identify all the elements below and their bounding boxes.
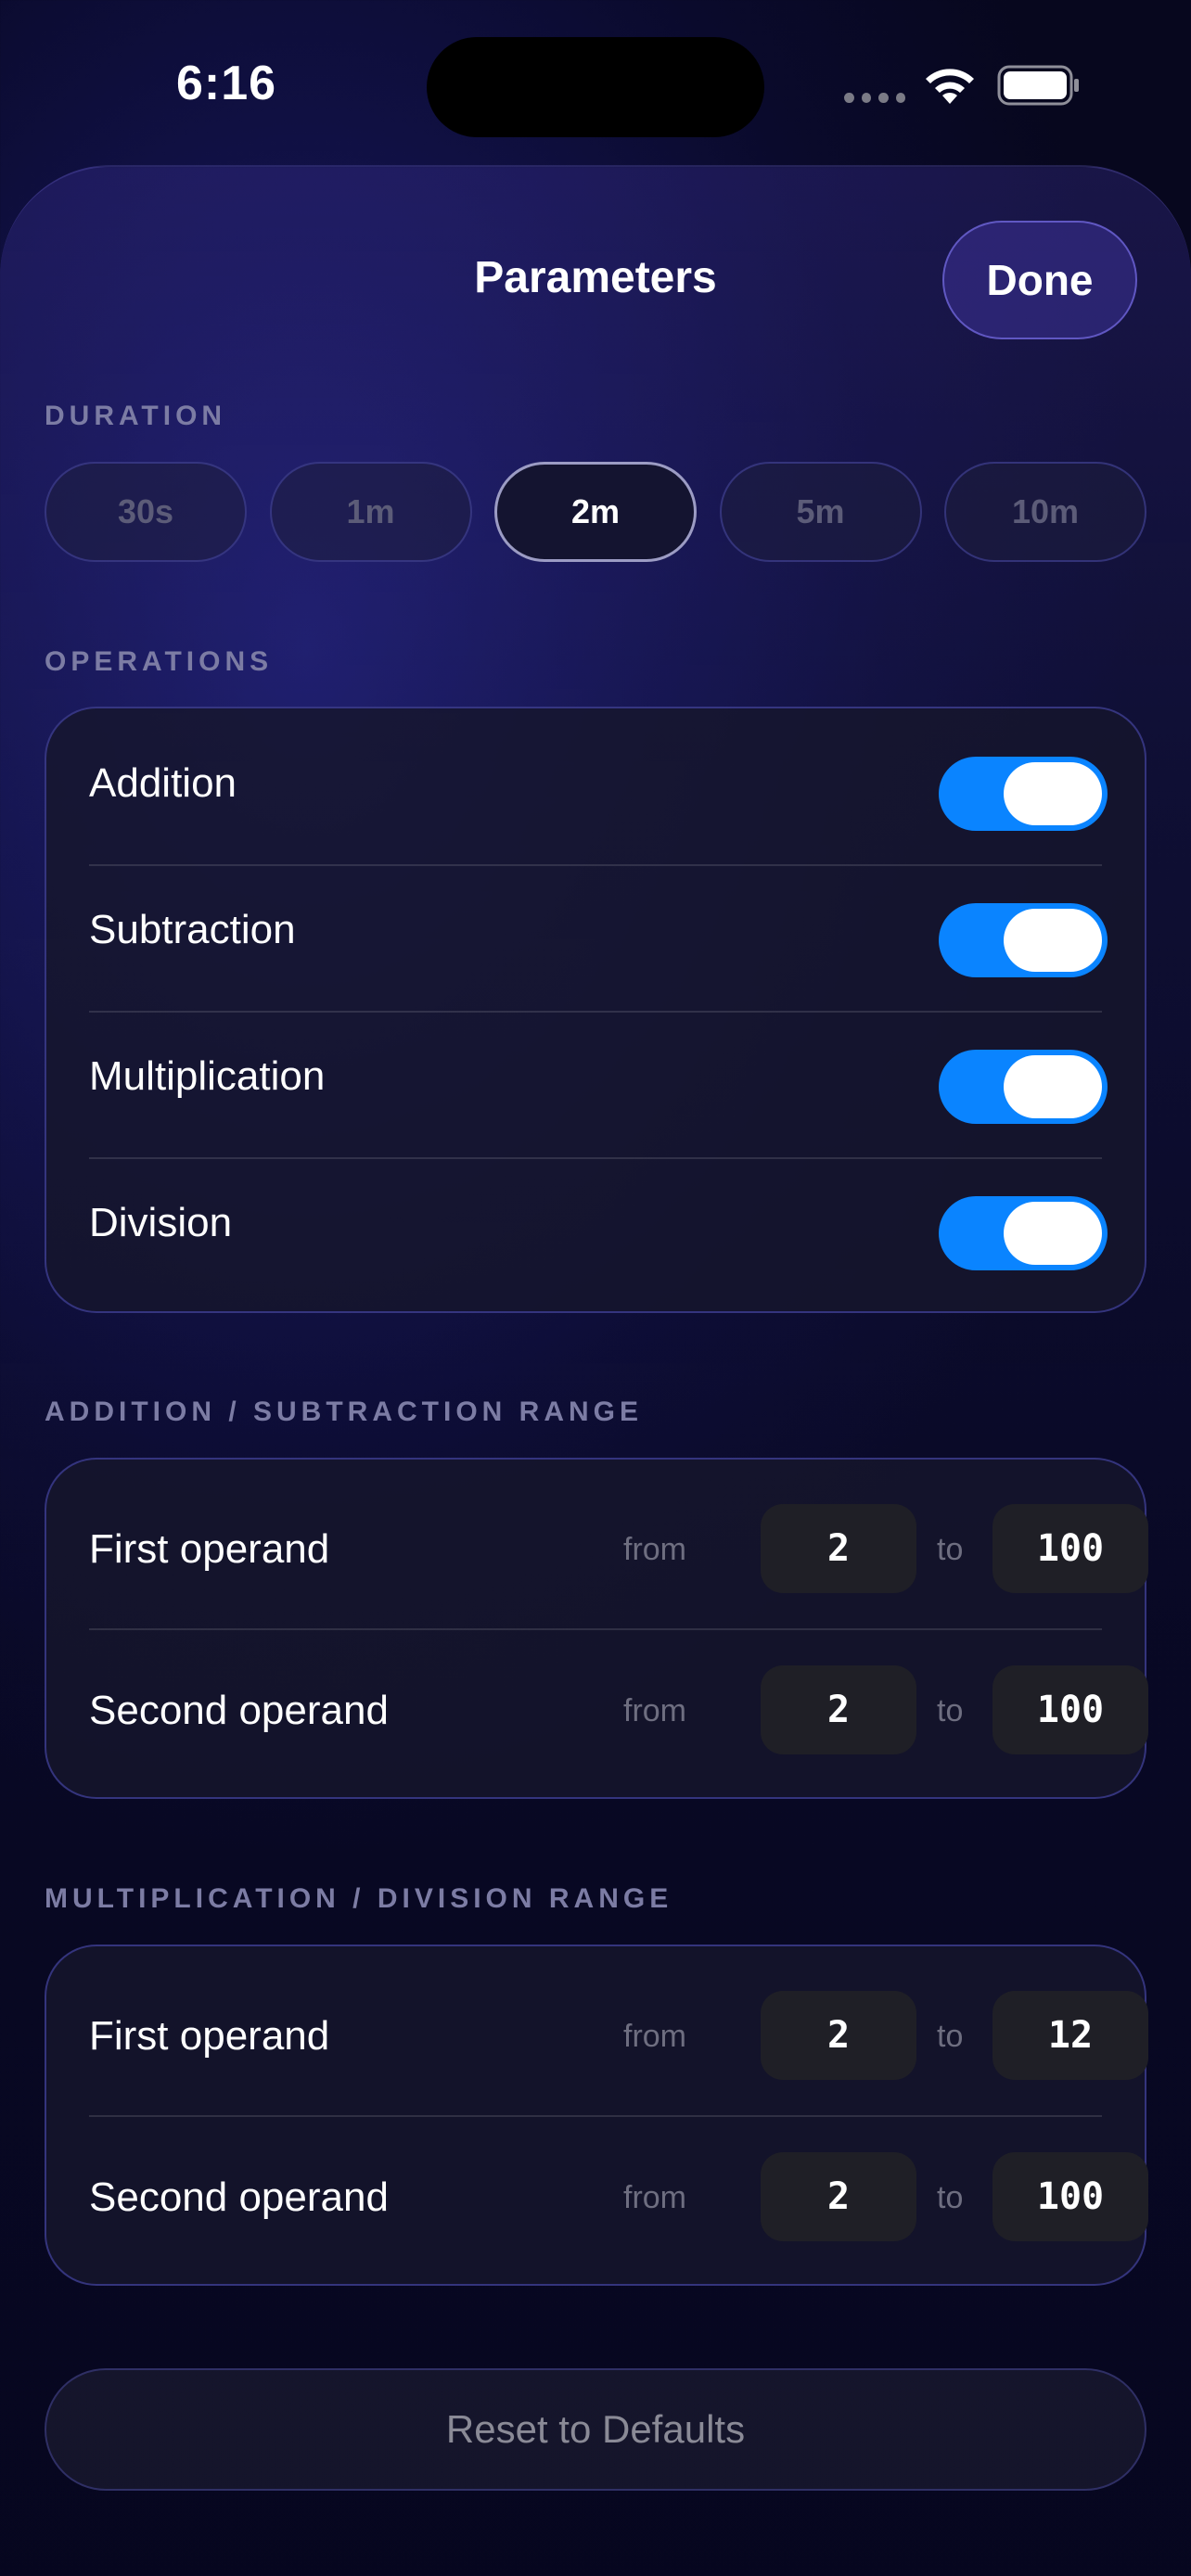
subtraction-toggle[interactable] bbox=[939, 903, 1108, 977]
from-value-field[interactable]: 2 bbox=[761, 1665, 916, 1754]
range-row-second-operand: Second operand from 2 to 100 bbox=[89, 1665, 1148, 1754]
operation-label: Division bbox=[89, 1200, 233, 1245]
duration-chip-30s[interactable]: 30s bbox=[45, 462, 247, 562]
duration-section-label: DURATION bbox=[45, 401, 227, 431]
operand-label: Second operand bbox=[89, 2174, 389, 2220]
operations-card: Addition Subtraction Multiplication Divi… bbox=[45, 707, 1146, 1313]
duration-chip-10m[interactable]: 10m bbox=[944, 462, 1146, 562]
battery-icon bbox=[997, 65, 1079, 106]
from-label: from bbox=[623, 2180, 686, 2215]
operand-label: Second operand bbox=[89, 1688, 389, 1733]
divider bbox=[89, 1011, 1102, 1013]
to-label: to bbox=[937, 2019, 964, 2054]
reset-to-defaults-button[interactable]: Reset to Defaults bbox=[45, 2368, 1146, 2491]
addition-toggle[interactable] bbox=[939, 757, 1108, 831]
add-sub-range-section-label: ADDITION / SUBTRACTION RANGE bbox=[45, 1396, 643, 1427]
to-label: to bbox=[937, 2180, 964, 2215]
operand-label: First operand bbox=[89, 2013, 330, 2059]
operation-label: Addition bbox=[89, 760, 237, 806]
multiplication-toggle[interactable] bbox=[939, 1050, 1108, 1124]
dynamic-island bbox=[427, 37, 764, 137]
status-time: 6:16 bbox=[176, 57, 277, 110]
cellular-dots-icon bbox=[844, 93, 905, 106]
from-value-field[interactable]: 2 bbox=[761, 1991, 916, 2080]
divider bbox=[89, 1157, 1102, 1159]
wifi-icon bbox=[926, 69, 974, 104]
status-bar: 6:16 bbox=[0, 0, 1191, 158]
to-label: to bbox=[937, 1693, 964, 1728]
operations-section-label: OPERATIONS bbox=[45, 646, 274, 677]
duration-chip-2m[interactable]: 2m bbox=[494, 462, 697, 562]
done-button[interactable]: Done bbox=[942, 221, 1137, 339]
add-sub-range-card: First operand from 2 to 100 Second opera… bbox=[45, 1458, 1148, 1799]
operand-label: First operand bbox=[89, 1526, 330, 1572]
range-row-second-operand: Second operand from 2 to 100 bbox=[89, 2152, 1148, 2241]
to-value-field[interactable]: 100 bbox=[992, 1504, 1148, 1593]
to-value-field[interactable]: 100 bbox=[992, 2152, 1148, 2241]
divider bbox=[89, 2115, 1102, 2117]
from-label: from bbox=[623, 2019, 686, 2054]
from-label: from bbox=[623, 1693, 686, 1728]
from-label: from bbox=[623, 1532, 686, 1567]
duration-selector: 30s 1m 2m 5m 10m bbox=[45, 462, 1146, 562]
mul-div-range-card: First operand from 2 to 12 Second operan… bbox=[45, 1945, 1148, 2286]
division-toggle[interactable] bbox=[939, 1196, 1108, 1270]
divider bbox=[89, 1628, 1102, 1630]
to-value-field[interactable]: 100 bbox=[992, 1665, 1148, 1754]
duration-chip-5m[interactable]: 5m bbox=[719, 462, 922, 562]
operation-label: Multiplication bbox=[89, 1053, 326, 1099]
to-value-field[interactable]: 12 bbox=[992, 1991, 1148, 2080]
operation-label: Subtraction bbox=[89, 907, 296, 952]
from-value-field[interactable]: 2 bbox=[761, 2152, 916, 2241]
duration-chip-1m[interactable]: 1m bbox=[269, 462, 472, 562]
range-row-first-operand: First operand from 2 to 12 bbox=[89, 1991, 1148, 2080]
from-value-field[interactable]: 2 bbox=[761, 1504, 916, 1593]
divider bbox=[89, 864, 1102, 866]
range-row-first-operand: First operand from 2 to 100 bbox=[89, 1504, 1148, 1593]
mul-div-range-section-label: MULTIPLICATION / DIVISION RANGE bbox=[45, 1883, 673, 1914]
to-label: to bbox=[937, 1532, 964, 1567]
